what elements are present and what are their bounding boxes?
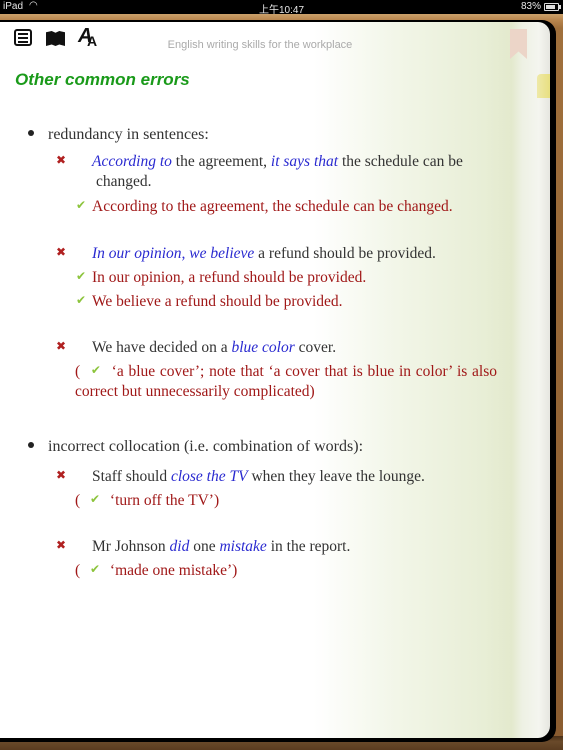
correct-example: ✔ According to the agreement, the schedul… xyxy=(76,197,501,217)
bullet-heading: incorrect collocation (i.e. combination … xyxy=(28,438,363,456)
cross-icon: ✖ xyxy=(56,468,67,482)
correction-note: ( ✔ ‘turn off the TV’) xyxy=(75,491,497,511)
sentence-text: one xyxy=(189,538,220,555)
note-open-paren: ( xyxy=(75,562,85,579)
check-icon: ✔ xyxy=(90,562,101,576)
note-open-paren: ( xyxy=(75,492,85,509)
correct-text: We believe a refund should be provided. xyxy=(92,293,343,310)
sentence-text: We have decided on a xyxy=(92,339,232,356)
correct-example: ✔ We believe a refund should be provided. xyxy=(76,292,501,312)
note-text: ‘made one mistake’) xyxy=(106,562,238,579)
highlighted-phrase: In our opinion, we believe xyxy=(92,245,255,262)
section-title: Other common errors xyxy=(15,70,190,89)
sentence-text: cover. xyxy=(294,339,337,356)
sentence-text: when they leave the lounge. xyxy=(247,468,425,485)
note-open-paren: ( xyxy=(75,363,85,380)
highlighted-phrase: did xyxy=(169,538,190,555)
sentence-text: the agreement, xyxy=(171,153,271,170)
correct-text: In our opinion, a refund should be provi… xyxy=(92,269,367,286)
wrong-example: ✖ We have decided on a blue color cover. xyxy=(56,338,501,358)
cross-icon: ✖ xyxy=(56,339,67,353)
sentence-text: Staff should xyxy=(92,468,171,485)
bullet-heading: redundancy in sentences: xyxy=(28,126,209,144)
correct-text: According to the agreement, the schedule… xyxy=(92,198,453,215)
correction-note: ( ✔ ‘a blue cover’; note that ‘a cover t… xyxy=(75,362,497,402)
check-icon: ✔ xyxy=(90,492,101,506)
bookmark-ribbon-icon[interactable] xyxy=(510,29,527,59)
check-icon: ✔ xyxy=(90,363,101,377)
highlighted-phrase: blue color xyxy=(231,339,295,356)
correction-note: ( ✔ ‘made one mistake’) xyxy=(75,561,497,581)
bullet-text: incorrect collocation (i.e. combination … xyxy=(48,438,364,455)
battery-icon xyxy=(544,3,561,11)
wrong-example: ✖ In our opinion, we believe a refund sho… xyxy=(56,244,501,264)
bullet-text: redundancy in sentences: xyxy=(48,126,209,143)
book-page: A A English writing skills for the workp… xyxy=(0,22,550,738)
wrong-example: ✖ Mr Johnson did one mistake in the repor… xyxy=(56,537,501,557)
note-text: ‘a blue cover’; note that ‘a cover that … xyxy=(75,363,497,400)
highlighted-phrase: According to xyxy=(92,153,172,170)
highlighted-phrase: it says that xyxy=(270,153,339,170)
wrong-example: ✖ According to the agreement, it says tha… xyxy=(56,152,501,192)
correct-example: ✔ In our opinion, a refund should be prov… xyxy=(76,268,501,288)
cross-icon: ✖ xyxy=(56,153,67,167)
highlighted-phrase: close the TV xyxy=(170,468,248,485)
bullet-icon xyxy=(28,442,34,449)
status-bar: iPad ◠ 上午10:47 83% xyxy=(0,0,563,16)
cross-icon: ✖ xyxy=(56,538,67,552)
sentence-text: in the report. xyxy=(266,538,351,555)
sentence-text: Mr Johnson xyxy=(92,538,170,555)
check-icon: ✔ xyxy=(76,293,87,307)
battery-percent: 83% xyxy=(520,1,541,12)
check-icon: ✔ xyxy=(76,198,87,212)
sentence-text: a refund should be provided. xyxy=(254,245,436,262)
bullet-icon xyxy=(28,130,34,137)
highlighted-phrase: mistake xyxy=(219,538,267,555)
cross-icon: ✖ xyxy=(56,245,67,259)
page-tab[interactable] xyxy=(537,74,550,98)
book-title: English writing skills for the workplace xyxy=(167,39,353,51)
note-text: ‘turn off the TV’) xyxy=(106,492,220,509)
wrong-example: ✖ Staff should close the TV when they lea… xyxy=(56,467,501,487)
check-icon: ✔ xyxy=(76,269,87,283)
